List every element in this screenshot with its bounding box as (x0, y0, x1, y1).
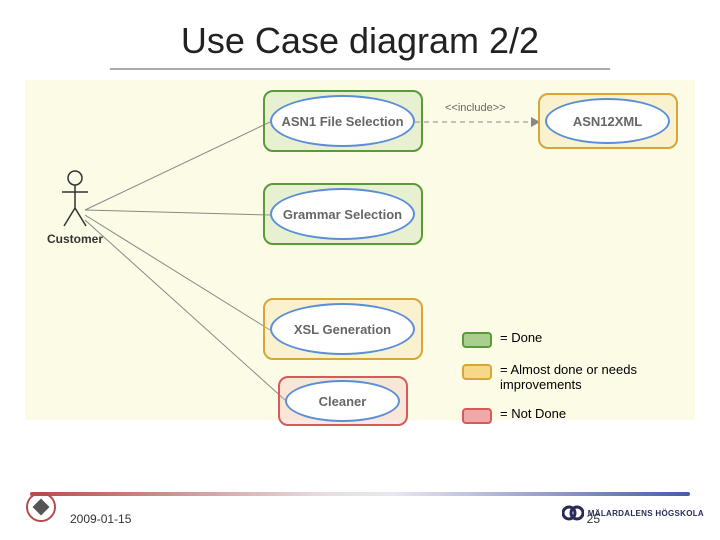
include-label: <<include>> (445, 102, 506, 114)
actor-customer: Customer (45, 170, 105, 246)
usecase-grammar: Grammar Selection (270, 188, 415, 240)
person-icon (60, 170, 90, 230)
usecase-label: Grammar Selection (283, 207, 402, 222)
logo-fer (25, 491, 57, 528)
legend-row-notdone: = Not Done (462, 406, 680, 424)
fer-logo-icon (25, 491, 57, 523)
usecase-asn12xml: ASN12XML (545, 98, 670, 144)
legend-label-done: = Done (500, 330, 542, 345)
legend-label-almost: = Almost done or needs improvements (500, 362, 680, 392)
swatch-done (462, 332, 492, 348)
actor-label: Customer (45, 232, 105, 246)
logo-right-text: MÄLARDALENS HÖGSKOLA (588, 509, 704, 518)
swatch-almost (462, 364, 492, 380)
usecase-label: ASN12XML (573, 114, 642, 129)
slide-root: Use Case diagram 2/2 Customer ASN1 File … (0, 0, 720, 540)
usecase-asn1file: ASN1 File Selection (270, 95, 415, 147)
malardalen-logo-icon (562, 502, 584, 524)
usecase-cleaner: Cleaner (285, 380, 400, 422)
usecase-label: XSL Generation (294, 322, 391, 337)
legend: = Done = Almost done or needs improvemen… (462, 330, 680, 438)
usecase-label: Cleaner (319, 394, 367, 409)
legend-label-notdone: = Not Done (500, 406, 566, 421)
usecase-xsl: XSL Generation (270, 303, 415, 355)
swatch-notdone (462, 408, 492, 424)
usecase-label: ASN1 File Selection (281, 114, 403, 129)
footer: 2009-01-15 25 MÄLARDALENS HÖGSKOLA (0, 492, 720, 532)
legend-row-done: = Done (462, 330, 680, 348)
legend-row-almost: = Almost done or needs improvements (462, 362, 680, 392)
logo-malardalen: MÄLARDALENS HÖGSKOLA (562, 502, 704, 524)
footer-date: 2009-01-15 (70, 512, 131, 526)
slide-title: Use Case diagram 2/2 (110, 20, 610, 70)
footer-divider (30, 492, 690, 496)
